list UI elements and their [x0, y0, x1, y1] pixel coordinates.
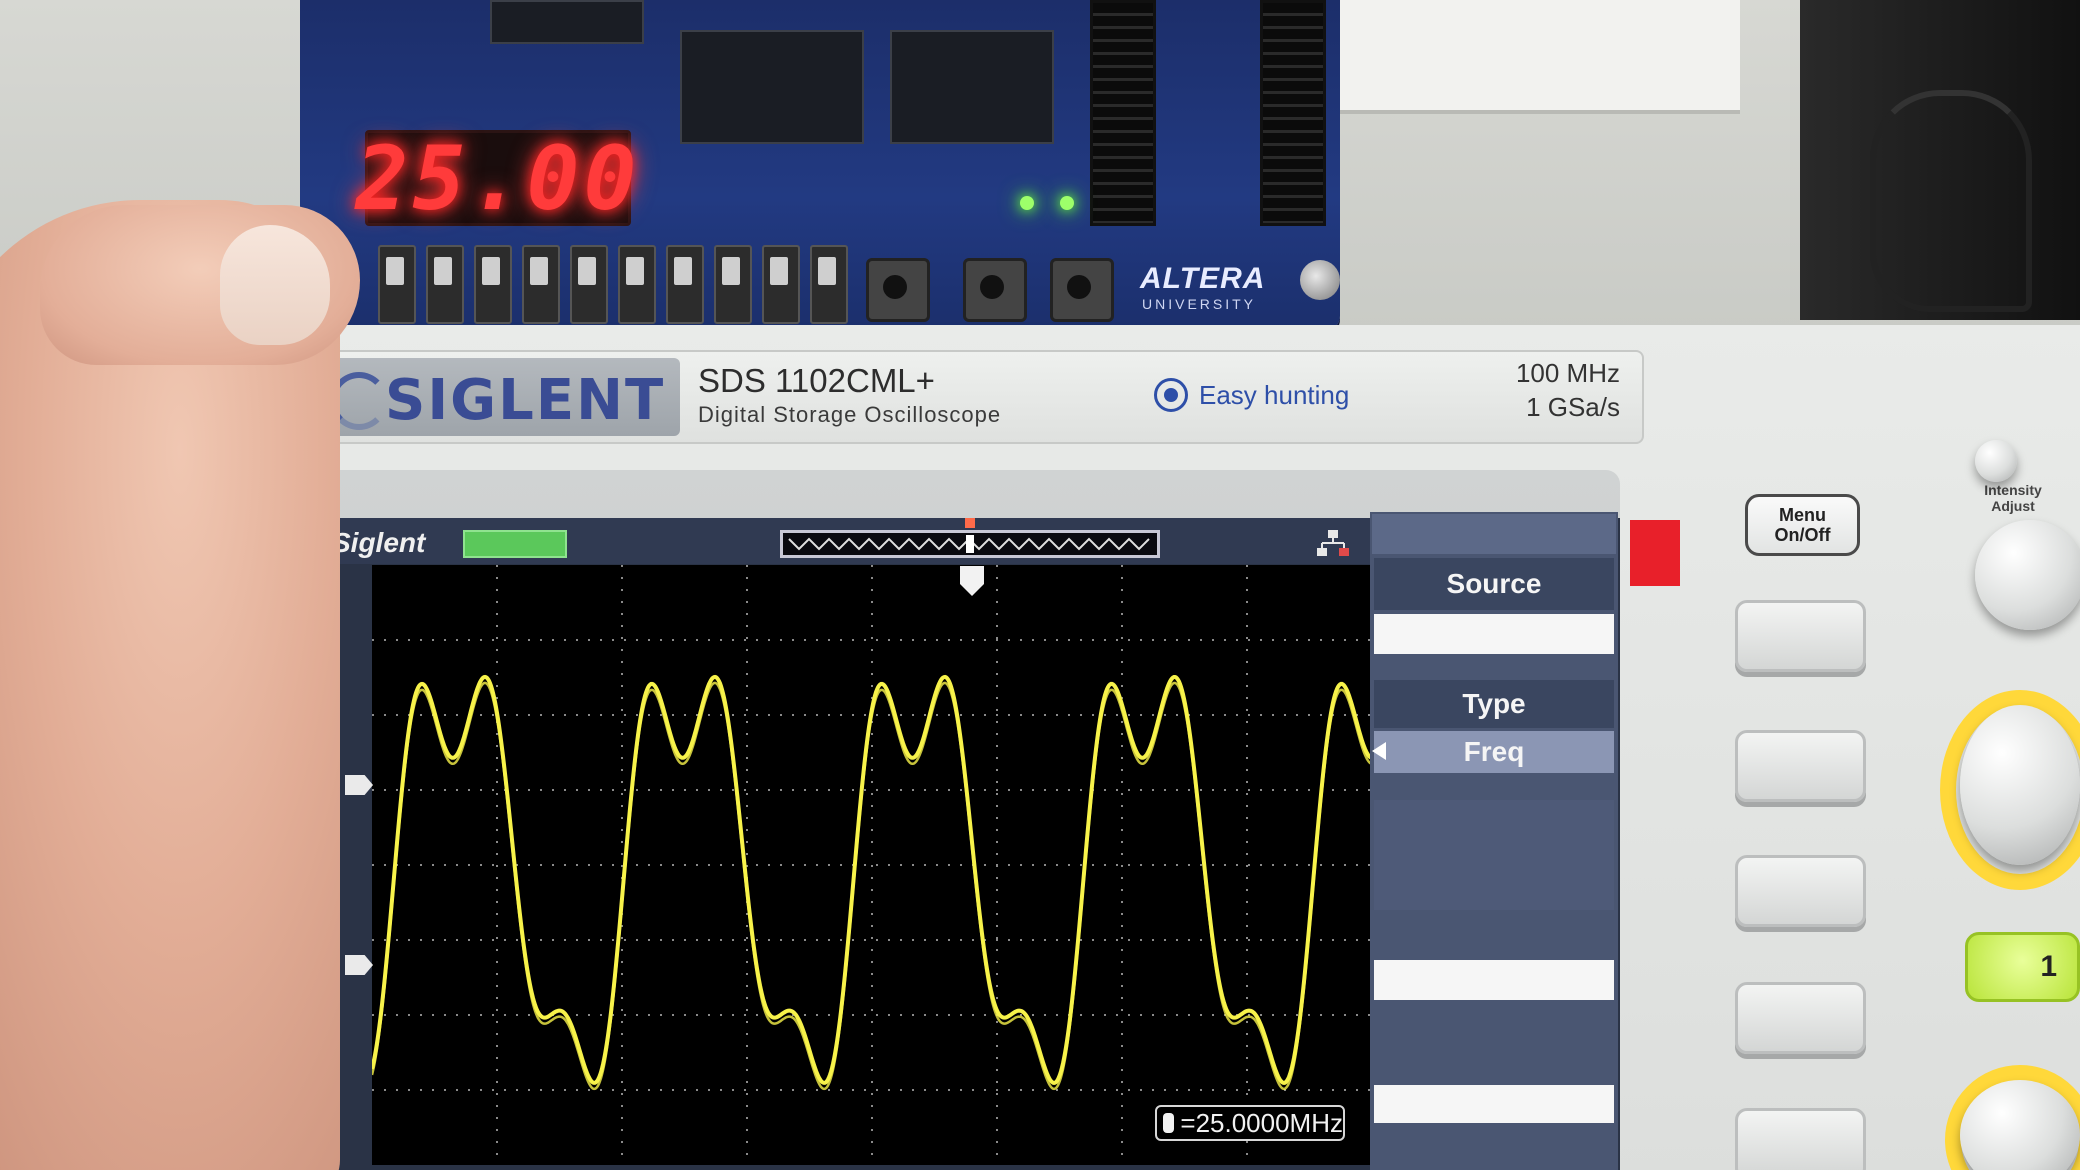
slide-switch[interactable]	[810, 245, 848, 324]
intensity-knob[interactable]	[1975, 520, 2080, 630]
slide-switch[interactable]	[570, 245, 608, 324]
gpio-header-0	[1090, 0, 1156, 226]
graticule	[372, 565, 1372, 1165]
frequency-measurement: =25.0000MHz	[1155, 1105, 1345, 1141]
vertical-scale-knob[interactable]	[1960, 705, 2080, 865]
softkey-2[interactable]	[1735, 730, 1866, 802]
softkey-4[interactable]	[1735, 982, 1866, 1054]
crosshair-icon	[1154, 378, 1188, 412]
menu-source-value[interactable]	[1374, 614, 1614, 654]
trigger-position-top-marker	[965, 518, 975, 528]
seven-segment-display: 25.00	[356, 127, 637, 230]
altera-logo: ALTERA	[1140, 262, 1266, 295]
softkey-3[interactable]	[1735, 855, 1866, 927]
easy-hunting-label: Easy hunting	[1199, 380, 1350, 410]
siglent-brand: SIGLENT	[385, 368, 666, 433]
menu-on-off-label: Menu On/Off	[1774, 505, 1831, 545]
menu-option-slot[interactable]	[1374, 960, 1614, 1000]
photo-scene: 25.00 ALTERA UNIVERSITY SIGLENT SDS 1102…	[0, 0, 2080, 1170]
model-number: SDS 1102CML+	[698, 362, 935, 399]
whiteboard	[1310, 0, 1740, 114]
slide-switch[interactable]	[666, 245, 704, 324]
board-chip	[490, 0, 644, 44]
model-subtitle: Digital Storage Oscilloscope	[698, 402, 1002, 427]
slide-switch[interactable]	[762, 245, 800, 324]
cable	[1870, 90, 2032, 312]
slide-switch[interactable]	[522, 245, 560, 324]
menu-empty-slot[interactable]	[1374, 800, 1614, 910]
slide-switch[interactable]	[474, 245, 512, 324]
trigger-status-indicator	[463, 530, 567, 558]
intensity-icon	[1975, 440, 2017, 482]
push-button[interactable]	[1050, 258, 1114, 322]
memory-waveform-preview	[788, 535, 1150, 553]
slide-switch[interactable]	[618, 245, 656, 324]
fpga-chip	[680, 30, 864, 144]
menu-option-slot[interactable]	[1374, 1085, 1614, 1123]
screen-brand-label: Siglent	[332, 527, 426, 558]
waveform-display	[370, 565, 1373, 1165]
menu-title	[1372, 514, 1616, 554]
softkey-1[interactable]	[1735, 600, 1866, 672]
frequency-value: =25.0000MHz	[1180, 1107, 1343, 1138]
slide-switch[interactable]	[426, 245, 464, 324]
menu-source-label: Source	[1374, 558, 1614, 610]
sdram-chip	[890, 30, 1054, 144]
channel-icon	[1163, 1113, 1175, 1133]
waveform-line	[370, 681, 1373, 1091]
sample-rate-label: 1 GSa/s	[1526, 392, 1620, 422]
gpio-header-1	[1260, 0, 1326, 226]
screw	[1300, 260, 1340, 300]
slide-switch[interactable]	[714, 245, 752, 324]
waveform-trace	[370, 674, 1373, 1091]
memory-depth-bar	[780, 530, 1160, 558]
menu-type-label: Type	[1374, 680, 1614, 728]
bandwidth-label: 100 MHz	[1515, 358, 1620, 388]
menu-on-off-button[interactable]: Menu On/Off	[1745, 494, 1860, 556]
altera-subtitle: UNIVERSITY	[1142, 296, 1257, 312]
channel-1-button[interactable]: 1	[1965, 932, 2080, 1002]
thumbnail	[220, 225, 330, 345]
menu-type-value[interactable]: Freq	[1374, 731, 1614, 773]
seven-segment-digits: 25.00	[355, 126, 641, 230]
network-icon	[1317, 530, 1349, 556]
push-button[interactable]	[963, 258, 1027, 322]
status-led	[1020, 196, 1034, 210]
push-button[interactable]	[866, 258, 930, 322]
red-sticker	[1630, 520, 1680, 586]
slide-switch[interactable]	[378, 245, 416, 324]
waveform-plot	[370, 565, 1373, 1165]
status-led	[1060, 196, 1074, 210]
intensity-adjust-label: Intensity Adjust	[1984, 482, 2042, 514]
softkey-5[interactable]	[1735, 1108, 1866, 1170]
